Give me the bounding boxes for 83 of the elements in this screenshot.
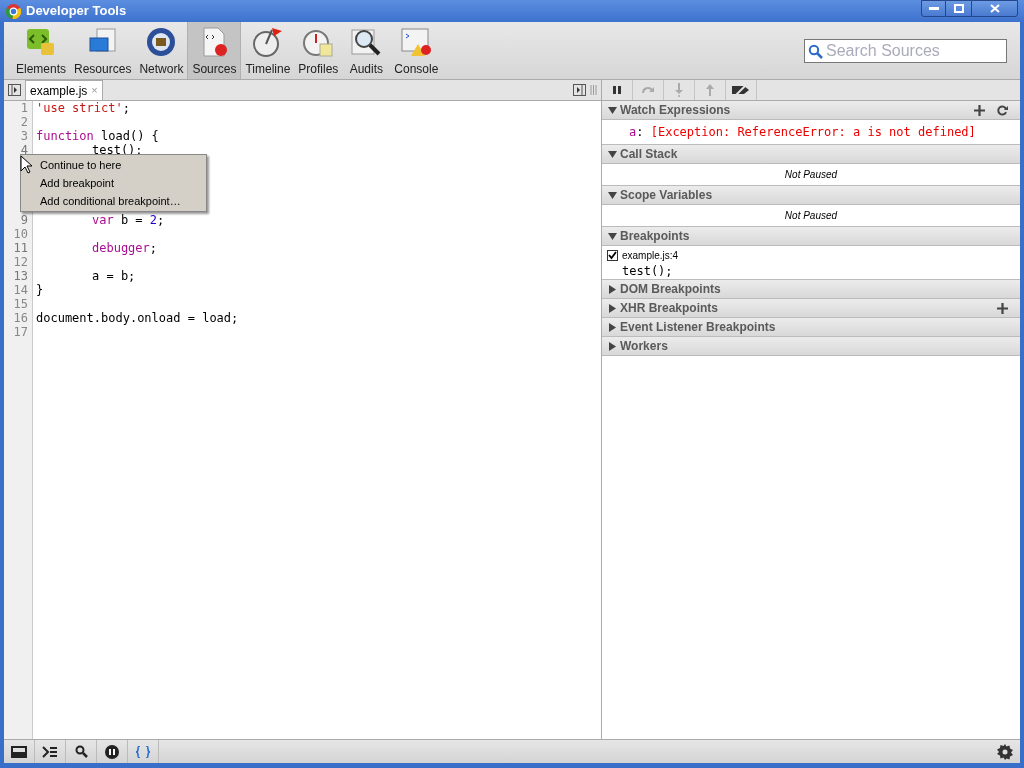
code-line: 'use strict'; [35, 101, 130, 115]
magnifier-icon [350, 26, 383, 58]
close-icon [989, 4, 1000, 13]
window-title: Developer Tools [26, 2, 128, 21]
code-line: } [35, 283, 44, 297]
section-header[interactable]: XHR Breakpoints [602, 299, 1020, 318]
breakpoint-checkbox[interactable] [607, 250, 618, 261]
browser-logo-icon [6, 3, 21, 19]
empty-message: Not Paused [784, 209, 838, 223]
menu-item[interactable]: Add breakpoint [21, 174, 206, 192]
resize-grip-icon[interactable] [590, 85, 597, 95]
refresh-icon[interactable] [997, 104, 1008, 116]
curly-braces-icon [136, 745, 150, 758]
minimize-icon [928, 7, 939, 10]
file-tab[interactable]: example.js × [25, 80, 103, 100]
panel-tab[interactable]: Network [135, 22, 188, 79]
close-button[interactable] [971, 0, 1018, 17]
expanded-triangle-icon [608, 231, 617, 241]
line-number: 1 [20, 101, 28, 115]
panel-tab[interactable]: Console [390, 22, 443, 79]
sidebar-toggle-icon[interactable] [573, 84, 586, 96]
code-line: a = b; [91, 269, 136, 283]
pause-icon [612, 85, 622, 95]
step-over-icon [641, 85, 655, 95]
sidebar-toggle-icon[interactable] [8, 84, 21, 96]
search-icon [74, 745, 88, 758]
arrow-up-icon [705, 83, 715, 97]
section-header[interactable]: Scope Variables [602, 186, 1020, 205]
line-number: 13 [13, 269, 28, 283]
line-number: 11 [13, 241, 28, 255]
breakpoint-location[interactable]: example.js:4 [622, 248, 679, 263]
line-number: 15 [13, 297, 28, 311]
section-header[interactable]: Watch Expressions [602, 101, 1020, 120]
code-brackets-icon [25, 26, 57, 58]
section-header[interactable]: Breakpoints [602, 227, 1020, 246]
panel-tab[interactable]: Audits [342, 22, 391, 79]
watch-expression: a: [Exception: ReferenceError: a is not defined] [629, 125, 976, 139]
line-number: 12 [13, 255, 28, 269]
panel-tab[interactable]: Elements [12, 22, 71, 79]
search-field[interactable]: Search Sources [804, 38, 1007, 63]
dock-icon [11, 745, 27, 758]
code-line: document.body.onload = load; [35, 311, 239, 325]
panel-tab[interactable]: Profiles [294, 22, 343, 79]
code-line: var b = 2; [91, 213, 165, 227]
section-header[interactable]: DOM Breakpoints [602, 280, 1020, 299]
line-number: 4 [20, 143, 28, 157]
console-warning-icon [400, 26, 433, 58]
console-prompt-icon [42, 745, 58, 758]
line-number: 14 [13, 283, 28, 297]
line-number: 17 [13, 325, 28, 339]
line-number: 16 [13, 311, 28, 325]
code-line: test(); [91, 143, 143, 157]
line-number: 3 [20, 129, 28, 143]
maximize-button[interactable] [946, 0, 971, 17]
expanded-triangle-icon [608, 190, 617, 200]
line-number: 9 [20, 213, 28, 227]
code-line: function load() { [35, 129, 159, 143]
search-icon [808, 43, 823, 59]
panel-tab[interactable]: Resources [70, 22, 136, 79]
pause-icon [105, 744, 119, 759]
add-icon[interactable] [974, 104, 985, 116]
maximize-icon [953, 4, 964, 13]
section-header[interactable]: Call Stack [602, 145, 1020, 164]
add-icon[interactable] [997, 302, 1008, 314]
expanded-triangle-icon [608, 105, 617, 115]
settings-icon [997, 743, 1013, 760]
panel-tab[interactable]: Sources [187, 22, 242, 79]
empty-message: Not Paused [784, 168, 838, 182]
section-header[interactable]: Workers [602, 337, 1020, 356]
line-number: 10 [13, 227, 28, 241]
breakpoint-code: test(); [622, 264, 673, 278]
globe-icon [145, 26, 178, 58]
arrow-down-icon [674, 83, 684, 97]
panel-tab[interactable]: Timeline [241, 22, 295, 79]
expanded-triangle-icon [608, 149, 617, 159]
mouse-pointer-icon [20, 155, 33, 174]
breakpoints-off-icon [731, 84, 751, 96]
minimize-button[interactable] [921, 0, 946, 17]
section-header[interactable]: Event Listener Breakpoints [602, 318, 1020, 337]
menu-item[interactable]: Add conditional breakpoint… [21, 192, 206, 210]
line-number: 2 [20, 115, 28, 129]
code-line: debugger; [91, 241, 158, 255]
stopwatch-flag-icon [251, 26, 284, 58]
